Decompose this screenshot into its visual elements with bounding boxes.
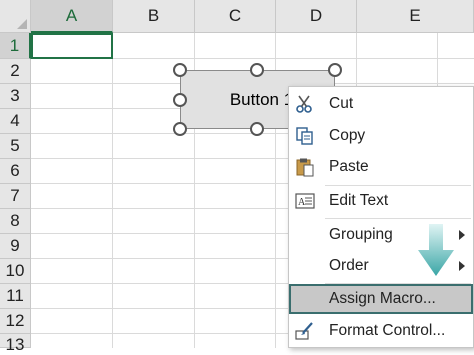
row-header-3[interactable]: 3 [0, 84, 31, 109]
menu-item-label: Grouping [329, 226, 393, 243]
select-all-corner[interactable] [0, 0, 31, 33]
form-button-label: Button 1 [229, 89, 294, 109]
menu-item-edit-text[interactable]: A Edit Text [289, 186, 473, 216]
submenu-arrow-icon [459, 261, 465, 271]
menu-item-label: Paste [329, 158, 369, 175]
active-cell-a1[interactable] [31, 33, 113, 59]
svg-text:A: A [298, 197, 306, 208]
submenu-arrow-icon [459, 230, 465, 240]
scissors-icon [296, 95, 312, 113]
row-header-2[interactable]: 2 [0, 59, 31, 84]
row-header-9[interactable]: 9 [0, 234, 31, 259]
menu-item-format-control[interactable]: Format Control... [289, 316, 473, 346]
row-header-8[interactable]: 8 [0, 209, 31, 234]
menu-item-label: Format Control... [329, 322, 446, 339]
resize-handle-bottom-left[interactable] [173, 122, 187, 136]
row-header-10[interactable]: 10 [0, 259, 31, 284]
grid-line [112, 33, 113, 348]
menu-item-paste[interactable]: Paste [289, 152, 473, 182]
select-all-triangle [17, 19, 27, 29]
edit-text-icon: A [295, 193, 315, 209]
context-menu: Cut Copy Paste A Edit Text Grouping Orde… [288, 86, 474, 348]
menu-item-copy[interactable]: Copy [289, 121, 473, 151]
column-header-e[interactable]: E [357, 0, 474, 33]
resize-handle-middle-left[interactable] [173, 93, 187, 107]
column-header-a[interactable]: A [31, 0, 113, 33]
row-header-7[interactable]: 7 [0, 184, 31, 209]
column-header-c[interactable]: C [195, 0, 276, 33]
menu-item-cut[interactable]: Cut [289, 89, 473, 119]
menu-item-assign-macro[interactable]: Assign Macro... [289, 284, 473, 314]
row-header-6[interactable]: 6 [0, 159, 31, 184]
row-header-5[interactable]: 5 [0, 134, 31, 159]
column-header-b[interactable]: B [113, 0, 195, 33]
copy-icon [296, 127, 313, 145]
row-header-4[interactable]: 4 [0, 109, 31, 134]
pointer-arrow-icon [418, 224, 454, 276]
resize-handle-top-right[interactable] [328, 63, 342, 77]
menu-item-label: Edit Text [329, 192, 389, 209]
column-header-d[interactable]: D [276, 0, 357, 33]
menu-item-label: Copy [329, 127, 366, 144]
resize-handle-top-middle[interactable] [250, 63, 264, 77]
menu-item-label: Assign Macro... [329, 290, 436, 307]
resize-handle-top-left[interactable] [173, 63, 187, 77]
format-control-icon [295, 322, 313, 340]
row-header-13[interactable]: 13 [0, 334, 31, 354]
resize-handle-bottom-middle[interactable] [250, 122, 264, 136]
menu-item-label: Order [329, 257, 369, 274]
menu-separator [325, 218, 471, 219]
row-header-1[interactable]: 1 [0, 33, 31, 59]
row-header-11[interactable]: 11 [0, 284, 31, 309]
menu-item-label: Cut [329, 95, 354, 112]
row-header-12[interactable]: 12 [0, 309, 31, 334]
clipboard-icon [296, 158, 314, 177]
